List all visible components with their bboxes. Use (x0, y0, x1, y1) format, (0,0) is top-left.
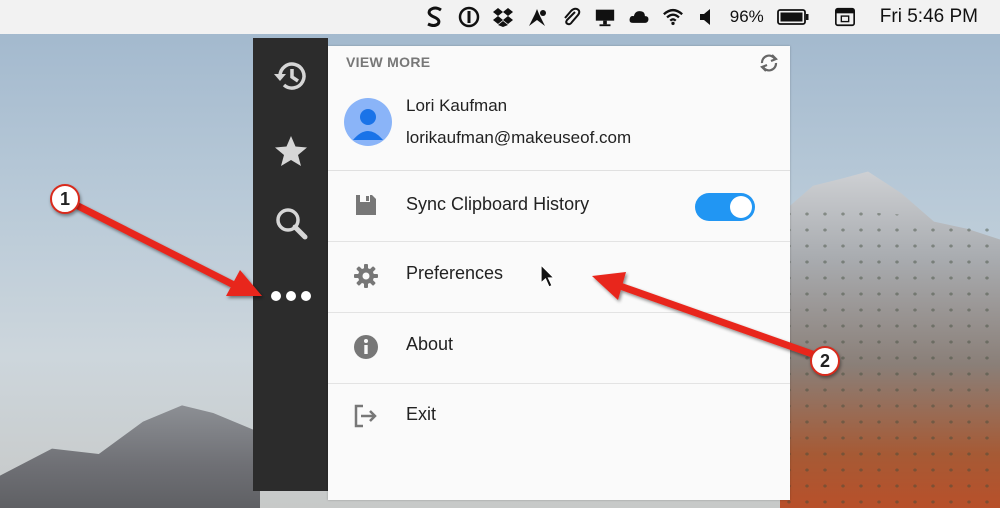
sidebar-item-more[interactable] (253, 271, 328, 321)
sidebar-item-history[interactable] (253, 51, 328, 101)
menu-item-exit[interactable]: Exit (328, 384, 790, 450)
gear-icon (352, 262, 380, 290)
history-icon (273, 62, 306, 90)
mouse-cursor-icon (540, 264, 556, 288)
step-badge-1: 1 (50, 184, 80, 214)
mac-menubar: 96% Fri 5:46 PM (0, 0, 1000, 34)
panel-header: VIEW MORE (328, 46, 790, 76)
about-label: About (406, 334, 454, 354)
mountain-left (0, 405, 260, 508)
wifi-icon[interactable] (662, 6, 684, 28)
battery-percent[interactable]: 96% (730, 7, 764, 27)
panel-title: VIEW MORE (346, 54, 431, 70)
menubar-clock[interactable]: Fri 5:46 PM (880, 6, 978, 28)
sync-clipboard-label: Sync Clipboard History (406, 194, 590, 214)
step-badge-2: 2 (810, 346, 840, 376)
volume-icon[interactable] (696, 6, 718, 28)
keyboard-icon[interactable] (834, 6, 856, 28)
menu-item-preferences[interactable]: Preferences (328, 242, 790, 313)
refresh-button[interactable] (758, 52, 780, 74)
cloud-icon[interactable] (628, 6, 650, 28)
menu-item-about[interactable]: About (328, 313, 790, 384)
avatar[interactable] (344, 98, 392, 146)
scrivener-s-icon[interactable] (424, 6, 446, 28)
app-sidebar (253, 38, 328, 491)
1password-icon[interactable] (458, 6, 480, 28)
sidebar-item-search[interactable] (253, 198, 328, 248)
user-icon (353, 109, 383, 140)
view-more-panel: VIEW MORE Lori Kaufman lorikaufman@makeu… (328, 46, 790, 500)
account-name: Lori Kaufman (406, 96, 508, 115)
preferences-label: Preferences (406, 263, 504, 283)
dropbox-icon[interactable] (492, 6, 514, 28)
search-icon (275, 208, 307, 240)
sidebar-item-favorites[interactable] (253, 126, 328, 176)
floppy-disk-icon (352, 191, 380, 219)
account-email: lorikaufman@makeuseof.com (406, 128, 632, 147)
exit-icon (352, 402, 380, 430)
alfred-icon[interactable] (526, 6, 548, 28)
display-icon[interactable] (594, 6, 616, 28)
toggle-knob (730, 196, 752, 218)
sync-clipboard-toggle[interactable] (695, 193, 755, 221)
more-dots-icon (270, 291, 311, 301)
paperclip-icon[interactable] (560, 6, 582, 28)
info-icon (352, 333, 380, 361)
battery-icon[interactable] (776, 6, 810, 28)
exit-label: Exit (406, 404, 437, 424)
menu-item-sync-clipboard[interactable]: Sync Clipboard History (328, 171, 790, 242)
account-info: Lori Kaufman lorikaufman@makeuseof.com (328, 84, 790, 171)
mountain-trees (780, 205, 1000, 508)
refresh-icon (760, 54, 778, 72)
star-icon (274, 136, 307, 166)
